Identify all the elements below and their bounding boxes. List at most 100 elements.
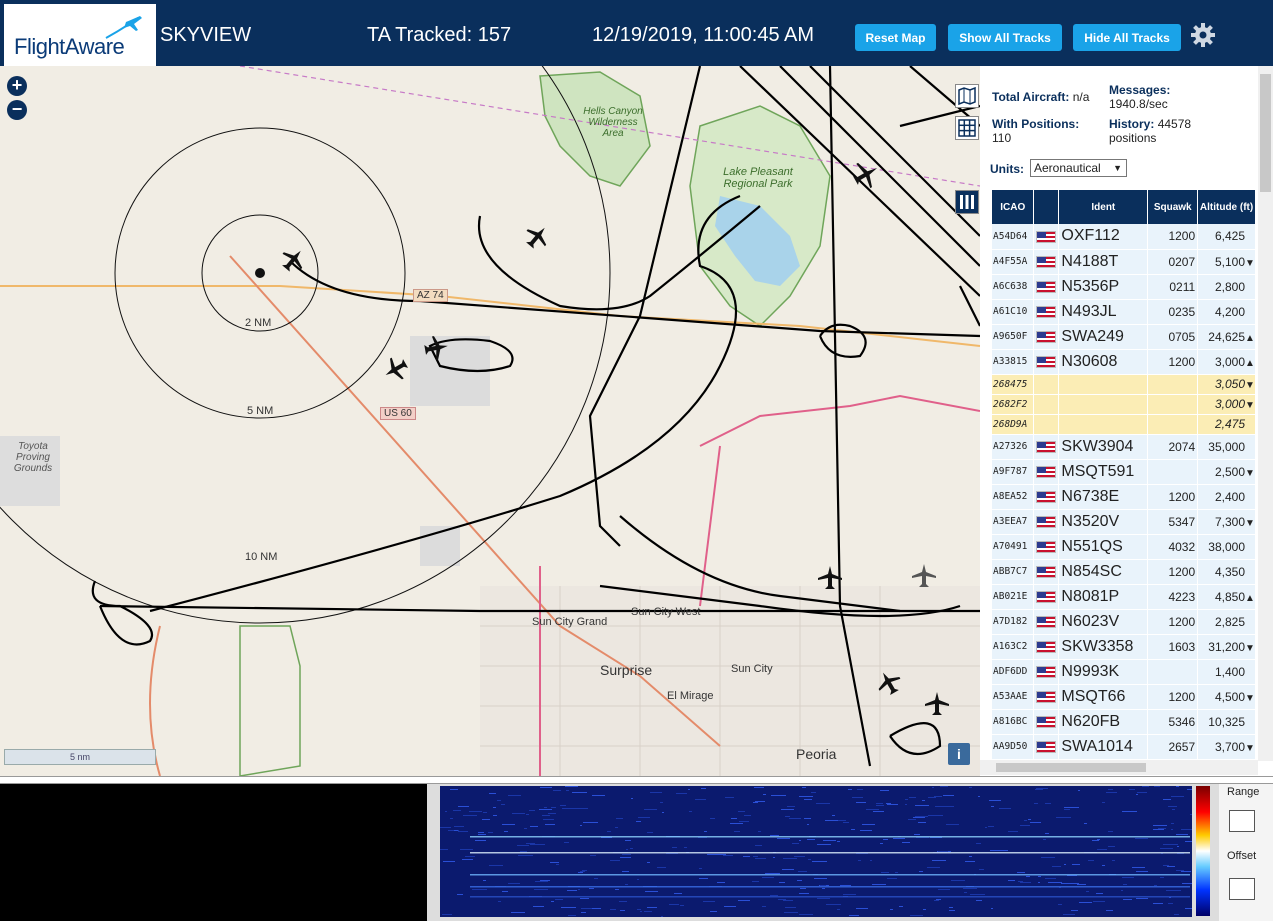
table-row[interactable]: A4F55A N4188T 0207 5,100▼ (992, 249, 1256, 275)
units-label: Units: (990, 162, 1024, 176)
table-row[interactable]: 268475 3,050▼ (992, 374, 1256, 395)
offset-slider[interactable] (1229, 878, 1255, 900)
flag-cell (1033, 324, 1060, 350)
altitude-value: 2,825 (1214, 614, 1245, 629)
range-slider[interactable] (1229, 810, 1255, 832)
sidebar-horizontal-scrollbar[interactable] (980, 760, 1258, 775)
aircraft-icon[interactable] (925, 692, 949, 715)
table-row[interactable]: ABB7C7 N854SC 1200 4,350 (992, 559, 1256, 585)
table-row[interactable]: A816BC N620FB 5346 10,325 (992, 709, 1256, 735)
us-flag-icon (1036, 281, 1057, 294)
aircraft-icon[interactable] (912, 564, 936, 587)
table-row[interactable]: A33815 N30608 1200 3,000▲ (992, 349, 1256, 375)
table-row[interactable]: A3EEA7 N3520V 5347 7,300▼ (992, 509, 1256, 535)
units-select[interactable]: Aeronautical ▼ (1030, 159, 1127, 177)
squawk-cell: 0235 (1147, 299, 1199, 325)
gear-icon[interactable] (1190, 22, 1216, 48)
place-label: Lake Pleasant Regional Park (723, 166, 793, 190)
table-row[interactable]: A6C638 N5356P 0211 2,800 (992, 274, 1256, 300)
icao-cell: 2682F2 (992, 394, 1035, 415)
show-all-tracks-button[interactable]: Show All Tracks (948, 24, 1062, 51)
spectrum-waterfall (440, 786, 1192, 917)
flag-cell (1033, 734, 1060, 760)
flag-cell (1033, 584, 1060, 610)
aircraft-sidebar: Total Aircraft: n/a Messages: 1940.8/sec … (980, 66, 1273, 776)
column-header-squawk[interactable]: Squawk (1147, 190, 1199, 224)
column-header-ident[interactable]: Ident (1058, 190, 1149, 224)
icao-cell: A163C2 (992, 634, 1035, 660)
table-row[interactable]: A8EA52 N6738E 1200 2,400 (992, 484, 1256, 510)
altitude-cell: 4,500▼ (1197, 684, 1256, 710)
ident-cell (1058, 394, 1149, 415)
map-layer-button[interactable] (955, 84, 979, 108)
reset-map-button[interactable]: Reset Map (855, 24, 936, 51)
range-label: 2 NM (245, 317, 272, 329)
aircraft-icon[interactable] (848, 156, 884, 193)
us-flag-icon (1036, 691, 1057, 704)
table-row[interactable]: ADF6DD N9993K 1,400 (992, 659, 1256, 685)
squawk-cell: 2657 (1147, 734, 1199, 760)
flightaware-logo[interactable]: FlightAware (4, 4, 156, 66)
map-view[interactable]: + − 2 NM 5 NM 10 NM Hells Canyon Wildern… (0, 66, 980, 776)
us-flag-icon (1036, 306, 1057, 319)
table-row[interactable]: A163C2 SKW3358 1603 31,200▼ (992, 634, 1256, 660)
column-header-icao[interactable]: ICAO (992, 190, 1035, 224)
table-row[interactable]: A7D182 N6023V 1200 2,825 (992, 609, 1256, 635)
altitude-trend-icon: ▲ (1245, 332, 1255, 344)
column-header-flag[interactable] (1033, 190, 1060, 224)
place-label: Peoria (796, 746, 837, 762)
flag-cell (1033, 684, 1060, 710)
scrollbar-thumb[interactable] (1260, 74, 1271, 192)
table-row[interactable]: 2682F2 3,000▼ (992, 394, 1256, 415)
zoom-in-button[interactable]: + (7, 76, 27, 96)
table-row[interactable]: A53AAE MSQT66 1200 4,500▼ (992, 684, 1256, 710)
aircraft-icon[interactable] (277, 243, 310, 276)
panel-divider[interactable] (0, 776, 1273, 784)
ident-cell: N620FB (1058, 709, 1149, 735)
grid-button[interactable] (955, 116, 979, 140)
flag-cell (1033, 509, 1060, 535)
table-row[interactable]: A54D64 OXF112 1200 6,425 (992, 224, 1256, 250)
us-flag-icon (1036, 716, 1057, 729)
altitude-value: 2,500 (1214, 464, 1245, 479)
spectrum-controls: Range Offset (1219, 784, 1273, 921)
logo-text: FlightAware (14, 34, 125, 59)
altitude-value: 2,800 (1214, 279, 1245, 294)
altitude-cell: 2,800 (1197, 274, 1256, 300)
ident-cell: SKW3904 (1058, 434, 1149, 460)
us-flag-icon (1036, 441, 1057, 454)
aircraft-icon[interactable] (873, 667, 905, 699)
ident-cell: SWA249 (1058, 324, 1149, 350)
columns-toggle-button[interactable] (955, 190, 979, 214)
altitude-value: 2,400 (1214, 489, 1245, 504)
aircraft-icon[interactable] (423, 334, 450, 362)
ident-cell: N854SC (1058, 559, 1149, 585)
altitude-value: 31,200 (1208, 639, 1245, 654)
aircraft-icon[interactable] (380, 353, 412, 385)
aircraft-icon[interactable] (818, 566, 842, 589)
table-row[interactable]: A9650F SWA249 0705 24,625▲ (992, 324, 1256, 350)
zoom-out-button[interactable]: − (7, 100, 27, 120)
flag-cell (1033, 349, 1060, 375)
flag-cell (1033, 709, 1060, 735)
squawk-cell: 1200 (1147, 609, 1199, 635)
info-button[interactable]: i (948, 743, 970, 765)
table-row[interactable]: A61C10 N493JL 0235 4,200 (992, 299, 1256, 325)
hide-all-tracks-button[interactable]: Hide All Tracks (1073, 24, 1181, 51)
table-row[interactable]: A70491 N551QS 4032 38,000 (992, 534, 1256, 560)
sidebar-vertical-scrollbar[interactable] (1258, 66, 1273, 761)
table-row[interactable]: AA9D50 SWA1014 2657 3,700▼ (992, 734, 1256, 760)
table-row[interactable]: A9F787 MSQT591 2,500▼ (992, 459, 1256, 485)
column-header-altitude[interactable]: Altitude (ft) (1197, 190, 1256, 224)
icao-cell: 268D9A (992, 414, 1035, 435)
scrollbar-thumb[interactable] (996, 763, 1146, 772)
altitude-trend-icon: ▲ (1245, 357, 1255, 369)
icao-cell: A8EA52 (992, 484, 1035, 510)
aircraft-icon[interactable] (521, 220, 554, 253)
ident-cell: N6738E (1058, 484, 1149, 510)
table-row[interactable]: 268D9A 2,475 (992, 414, 1256, 435)
altitude-value: 38,000 (1208, 539, 1245, 554)
table-row[interactable]: AB021E N8081P 4223 4,850▲ (992, 584, 1256, 610)
altitude-cell: 3,050▼ (1197, 374, 1256, 395)
table-row[interactable]: A27326 SKW3904 2074 35,000 (992, 434, 1256, 460)
